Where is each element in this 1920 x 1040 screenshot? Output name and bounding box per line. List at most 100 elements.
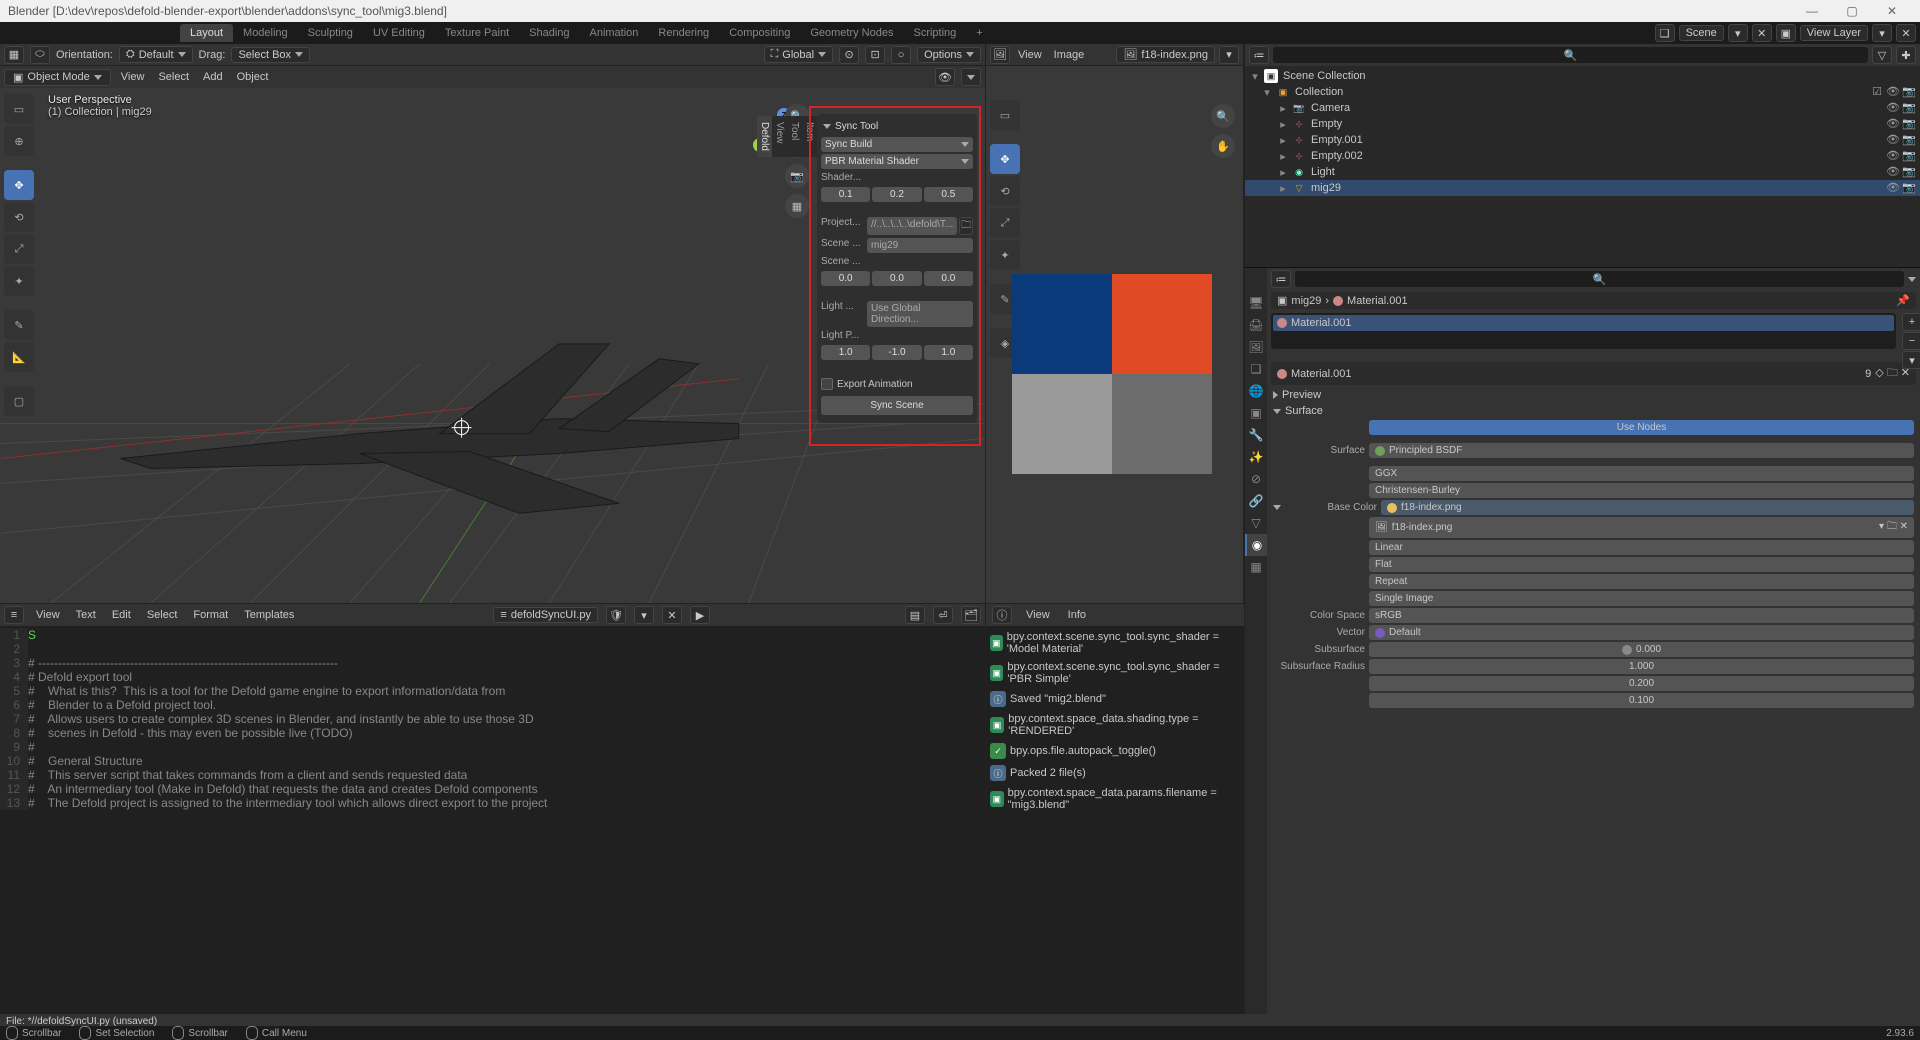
te-text[interactable]: Text — [72, 609, 100, 621]
te-view[interactable]: View — [32, 609, 64, 621]
tab-animation[interactable]: Animation — [580, 24, 649, 42]
outliner-root[interactable]: ▾▣Scene Collection — [1245, 68, 1920, 84]
log-row[interactable]: ▣bpy.context.space_data.shading.type = '… — [988, 710, 1242, 740]
ptab-particle-icon[interactable]: ✨ — [1245, 446, 1267, 468]
info-type-icon[interactable]: ⓘ — [992, 606, 1012, 624]
mat-menu-icon[interactable]: ▾ — [1902, 351, 1920, 369]
pin-icon[interactable]: 📌 — [1896, 294, 1910, 307]
layer-del-icon[interactable]: ✕ — [1896, 24, 1916, 42]
outliner-item-mig29[interactable]: ▸▽ mig29 👁📷 — [1245, 180, 1920, 196]
ntab-tool[interactable]: Tool — [787, 116, 802, 157]
colorspace-dropdown[interactable]: sRGB — [1369, 608, 1914, 623]
menu-select[interactable]: Select — [154, 71, 193, 83]
tool-select-icon[interactable]: ▭ — [4, 94, 34, 124]
te-format[interactable]: Format — [189, 609, 232, 621]
outliner-item-Empty.001[interactable]: ▸⊹ Empty.001 👁📷 — [1245, 132, 1920, 148]
outliner[interactable]: ≔ 🔍 ▽ ✚ ▾▣Scene Collection ▾▣Collection☑… — [1245, 44, 1920, 268]
outliner-item-Light[interactable]: ▸◉ Light 👁📷 — [1245, 164, 1920, 180]
use-nodes-button[interactable]: Use Nodes — [1369, 420, 1914, 435]
transform-space[interactable]: ⛶ Global — [764, 46, 834, 63]
window-close[interactable]: ✕ — [1872, 0, 1912, 22]
sss-dropdown[interactable]: Christensen-Burley — [1369, 483, 1914, 498]
window-max[interactable]: ▢ — [1832, 0, 1872, 22]
scene-field[interactable]: mig29 — [867, 238, 973, 253]
scenepos-x[interactable]: 0.0 — [821, 271, 870, 286]
lightp-z[interactable]: 1.0 — [924, 345, 973, 360]
ptab-constraint-icon[interactable]: 🔗 — [1245, 490, 1267, 512]
tab-layout[interactable]: Layout — [180, 24, 233, 42]
outliner-item-Empty[interactable]: ▸⊹ Empty 👁📷 — [1245, 116, 1920, 132]
scenepos-z[interactable]: 0.0 — [924, 271, 973, 286]
snap-type-icon[interactable]: ⊡ — [865, 46, 885, 64]
log-row[interactable]: ⓘSaved "mig2.blend" — [988, 688, 1242, 710]
text-file-dropdown[interactable]: ≡ defoldSyncUI.py — [493, 607, 598, 623]
sync-scene-button[interactable]: Sync Scene — [821, 396, 973, 415]
layer-icon[interactable]: ▣ — [1776, 24, 1796, 42]
log-row[interactable]: ▣bpy.context.scene.sync_tool.sync_shader… — [988, 658, 1242, 688]
menu-view[interactable]: View — [117, 71, 149, 83]
mat-add-icon[interactable]: + — [1902, 313, 1920, 331]
lightp-y[interactable]: -1.0 — [872, 345, 921, 360]
ptab-modifier-icon[interactable]: 🔧 — [1245, 424, 1267, 446]
light-dropdown[interactable]: Use Global Direction... — [867, 301, 973, 327]
surface-shader-dropdown[interactable]: Principled BSDF — [1369, 443, 1914, 458]
sync-build-dropdown[interactable]: Sync Build — [821, 137, 973, 152]
menu-object[interactable]: Object — [233, 71, 273, 83]
text-wrap-icon[interactable]: ⏎ — [933, 606, 953, 624]
ntab-item[interactable]: Item — [802, 116, 817, 157]
source-dropdown[interactable]: Single Image — [1369, 591, 1914, 606]
text-del-icon[interactable]: ✕ — [662, 606, 682, 624]
te-select[interactable]: Select — [143, 609, 182, 621]
overlay-toggle-icon[interactable]: 👁 — [935, 68, 955, 86]
ptab-material-icon[interactable]: ◉ — [1245, 534, 1267, 556]
img-image[interactable]: Image — [1050, 49, 1089, 61]
tool-scale-icon[interactable]: ⤢ — [4, 234, 34, 264]
vector-dropdown[interactable]: Default — [1369, 625, 1914, 640]
outliner-item-Empty.002[interactable]: ▸⊹ Empty.002 👁📷 — [1245, 148, 1920, 164]
tab-sculpting[interactable]: Sculpting — [298, 24, 363, 42]
info-info[interactable]: Info — [1064, 609, 1090, 621]
basecolor-field[interactable]: f18-index.png — [1381, 500, 1914, 515]
snap-icon[interactable]: ⊙ — [839, 46, 859, 64]
drag-dropdown[interactable]: Select Box — [231, 47, 310, 63]
scene-icon[interactable]: ❑ — [1655, 24, 1675, 42]
ptab-data-icon[interactable]: ▽ — [1245, 512, 1267, 534]
scene-dropdown[interactable]: Scene — [1679, 25, 1724, 41]
interp-dropdown[interactable]: Linear — [1369, 540, 1914, 555]
image-editor[interactable]: 🖼 View Image 🖼 f18-index.png ▾ ▭ ✥ ⟲ ⤢ ✦… — [986, 44, 1244, 604]
tab-uvediting[interactable]: UV Editing — [363, 24, 435, 42]
persp-toggle-icon[interactable]: ▦ — [785, 194, 809, 218]
editor-type-icon[interactable]: 🖼 — [990, 46, 1010, 64]
tool-move-icon[interactable]: ✥ — [4, 170, 34, 200]
text-type-icon[interactable]: ≡ — [4, 606, 24, 624]
img-view[interactable]: View — [1014, 49, 1046, 61]
shader-val-1[interactable]: 0.2 — [872, 187, 921, 202]
teximage-field[interactable]: 🖼 f18-index.png ▾ 🗀 ✕ — [1369, 517, 1914, 538]
img-pan-icon[interactable]: ✋ — [1211, 134, 1235, 158]
log-row[interactable]: ▣bpy.context.scene.sync_tool.sync_shader… — [988, 628, 1242, 658]
img-tool-scale-icon[interactable]: ⤢ — [990, 208, 1020, 238]
text-editor[interactable]: ≡ View Text Edit Select Format Templates… — [0, 604, 986, 1014]
window-min[interactable]: — — [1792, 0, 1832, 22]
tab-shading[interactable]: Shading — [519, 24, 579, 42]
radius-1[interactable]: 0.200 — [1369, 676, 1914, 691]
editor-type-icon[interactable]: ▦ — [4, 46, 24, 64]
ptab-render-icon[interactable]: 🖥 — [1245, 292, 1267, 314]
radius-2[interactable]: 0.100 — [1369, 693, 1914, 708]
export-animation-checkbox[interactable]: Export Animation — [821, 378, 973, 390]
tab-texturepaint[interactable]: Texture Paint — [435, 24, 519, 42]
tab-modeling[interactable]: Modeling — [233, 24, 298, 42]
mat-rem-icon[interactable]: − — [1902, 332, 1920, 350]
preview-section[interactable]: Preview — [1267, 387, 1920, 403]
log-row[interactable]: ✓bpy.ops.file.autopack_toggle() — [988, 740, 1242, 762]
camera-icon[interactable]: 📷 — [785, 164, 809, 188]
layer-new-icon[interactable]: ▾ — [1872, 24, 1892, 42]
info-view[interactable]: View — [1022, 609, 1054, 621]
img-tool-rotate-icon[interactable]: ⟲ — [990, 176, 1020, 206]
text-shield-icon[interactable]: 🛡 — [606, 606, 626, 624]
outliner-item-Camera[interactable]: ▸📷 Camera 👁📷 — [1245, 100, 1920, 116]
distribution-dropdown[interactable]: GGX — [1369, 466, 1914, 481]
ptab-output-icon[interactable]: 🖨 — [1245, 314, 1267, 336]
viewlayer-dropdown[interactable]: View Layer — [1800, 25, 1868, 41]
shader-dropdown[interactable]: PBR Material Shader — [821, 154, 973, 169]
